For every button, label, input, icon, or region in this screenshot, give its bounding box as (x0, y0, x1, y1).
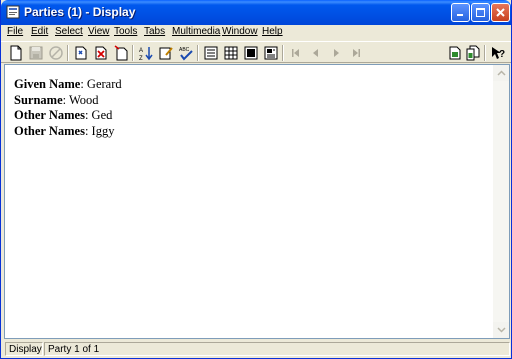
field-separator: : (84, 108, 92, 122)
context-help-button[interactable]: ? (490, 45, 506, 61)
next-record-button[interactable] (328, 45, 344, 61)
record-text: Given Name: Gerard Surname: Wood Other N… (14, 77, 122, 139)
new-document-icon (10, 45, 22, 61)
menu-window[interactable]: Window (222, 26, 258, 37)
menu-select[interactable]: Select (55, 26, 83, 37)
app-icon[interactable] (6, 5, 20, 19)
svg-text:?: ? (499, 49, 505, 60)
spell-check-button[interactable]: ABC (178, 45, 194, 61)
minimize-icon (457, 14, 463, 16)
cancel-icon (49, 46, 63, 60)
vertical-scrollbar[interactable] (493, 65, 509, 338)
menu-view[interactable]: View (88, 26, 110, 37)
toolbar: AZ ABC ? (1, 41, 511, 63)
form-view-button[interactable] (243, 45, 259, 61)
menu-bar: File Edit Select View Tools Tabs Multime… (1, 25, 511, 40)
menu-help[interactable]: Help (262, 26, 283, 37)
field-surname: Surname: Wood (14, 93, 122, 109)
field-separator: : (84, 123, 92, 138)
window-title: Parties (1) - Display (24, 5, 136, 19)
field-value: Wood (69, 92, 99, 107)
report-button[interactable] (447, 45, 463, 61)
sort-icon: AZ (139, 47, 153, 61)
field-label: Other Names (14, 123, 85, 138)
field-value: Gerard (86, 77, 122, 91)
maximize-button[interactable] (471, 3, 490, 22)
menu-multimedia[interactable]: Multimedia (172, 26, 220, 37)
report-copy-button[interactable] (465, 45, 481, 61)
sort-button[interactable]: AZ (138, 45, 154, 61)
edit-button[interactable] (158, 45, 174, 61)
next-record-icon (334, 49, 339, 57)
delete-record-icon (95, 46, 107, 60)
spell-check-icon: ABC (179, 47, 193, 61)
toolbar-separator (282, 45, 284, 61)
previous-record-icon (313, 49, 318, 57)
report-view-button[interactable] (263, 45, 279, 61)
toolbar-separator (197, 45, 199, 61)
chevron-up-icon (496, 70, 506, 76)
svg-text:ABC: ABC (179, 47, 190, 53)
field-value: Ged (91, 108, 113, 122)
minimize-button[interactable] (451, 3, 470, 22)
status-mode: Display (5, 342, 43, 356)
cancel-button[interactable] (48, 45, 64, 61)
status-bar: Display Party 1 of 1 (1, 340, 511, 358)
save-button[interactable] (28, 45, 44, 61)
scroll-up-button[interactable] (493, 65, 509, 81)
table-view-button[interactable] (223, 45, 239, 61)
field-given-name: Given Name: Gerard (14, 77, 122, 93)
record-display-area[interactable]: Given Name: Gerard Surname: Wood Other N… (4, 64, 510, 339)
display-view-icon (204, 46, 218, 60)
new-document-button[interactable] (8, 45, 24, 61)
new-record-icon (75, 46, 87, 60)
scroll-down-button[interactable] (493, 322, 509, 338)
menu-tools[interactable]: Tools (114, 26, 137, 37)
menu-file[interactable]: File (7, 26, 23, 37)
close-button[interactable] (491, 3, 510, 22)
form-view-icon (244, 46, 258, 60)
maximize-icon (476, 8, 485, 17)
report-view-icon (264, 46, 278, 60)
status-position: Party 1 of 1 (44, 342, 510, 356)
toolbar-separator (484, 45, 486, 61)
copy-record-icon (114, 45, 128, 61)
context-help-icon: ? (492, 47, 505, 60)
delete-record-button[interactable] (93, 45, 109, 61)
toolbar-separator (132, 45, 134, 61)
field-other-names: Other Names: Ged (14, 108, 122, 124)
chevron-down-icon (496, 327, 506, 333)
title-bar[interactable]: Parties (1) - Display (1, 0, 511, 25)
svg-text:A: A (139, 48, 143, 54)
field-value: Iggy (91, 123, 115, 138)
field-other-names: Other Names: Iggy (14, 124, 122, 140)
svg-text:Z: Z (139, 56, 143, 61)
previous-record-button[interactable] (308, 45, 324, 61)
report-icon (449, 46, 461, 60)
toolbar-separator (67, 45, 69, 61)
close-icon (496, 8, 505, 17)
field-label: Other Names (14, 108, 85, 122)
application-window: Parties (1) - Display File Edit Select V… (0, 0, 512, 359)
menu-tabs[interactable]: Tabs (144, 26, 165, 37)
save-icon (29, 46, 43, 60)
table-view-icon (224, 46, 238, 60)
display-view-button[interactable] (203, 45, 219, 61)
field-separator: : (80, 77, 87, 91)
copy-record-button[interactable] (113, 45, 129, 61)
field-label: Given Name (14, 77, 81, 91)
edit-icon (159, 47, 173, 60)
menu-edit[interactable]: Edit (31, 26, 48, 37)
field-label: Surname (14, 92, 63, 107)
report-copy-icon (466, 45, 480, 61)
last-record-button[interactable] (348, 45, 364, 61)
first-record-icon (292, 49, 299, 57)
first-record-button[interactable] (288, 45, 304, 61)
new-record-button[interactable] (73, 45, 89, 61)
last-record-icon (353, 49, 360, 57)
